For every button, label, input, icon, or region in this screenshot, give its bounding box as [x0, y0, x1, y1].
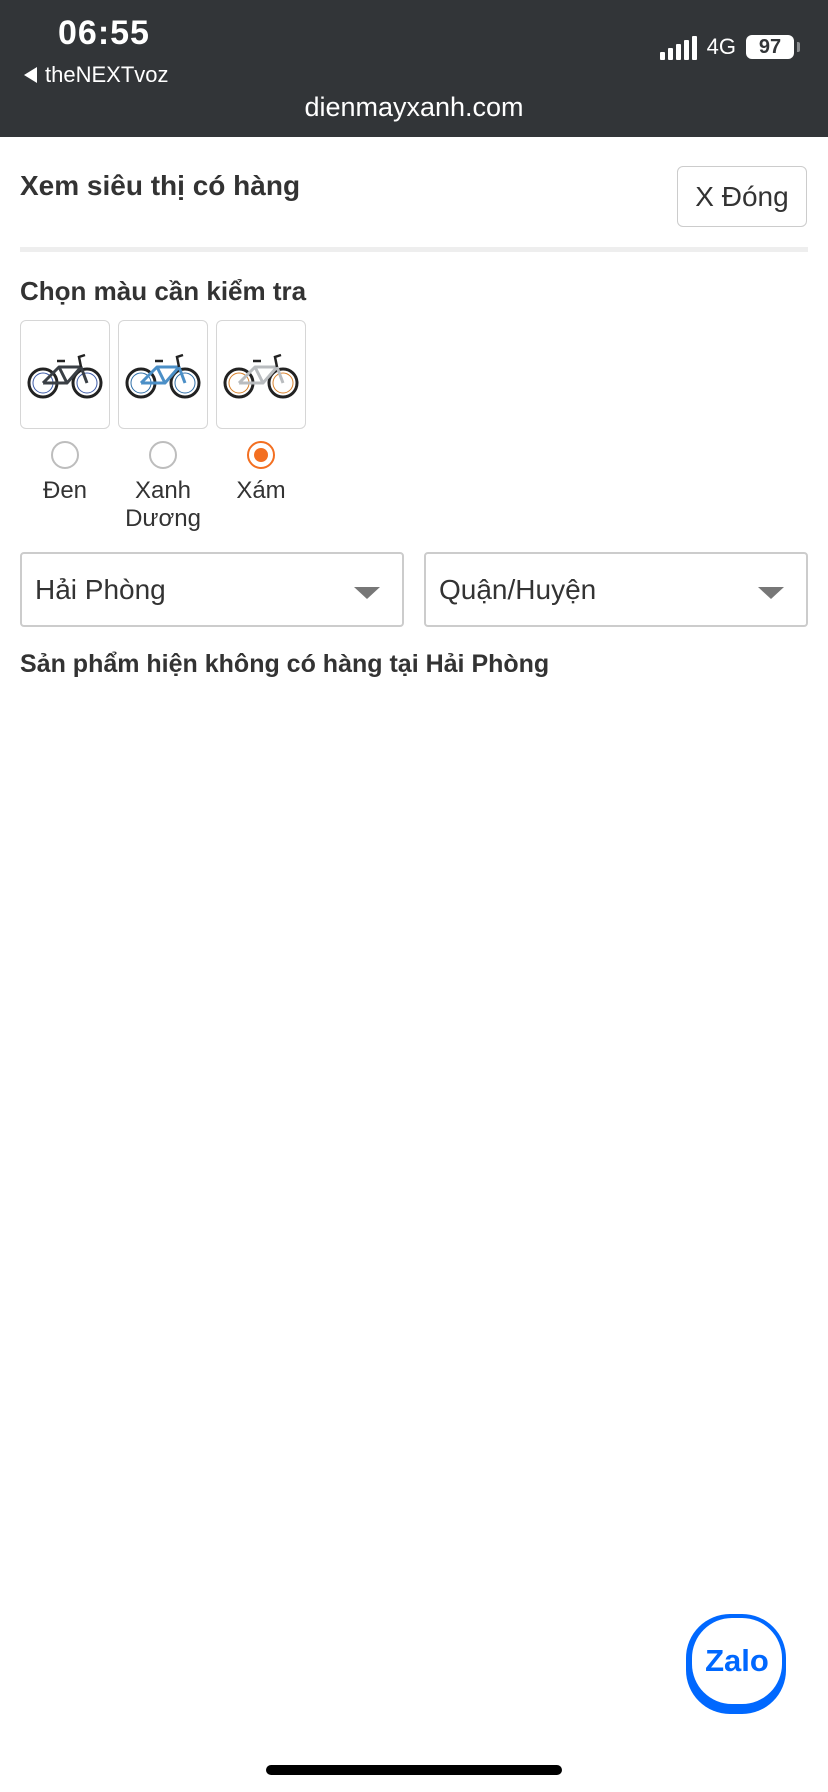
- battery-icon: 97: [746, 35, 800, 59]
- color-prompt: Chọn màu cần kiểm tra: [20, 276, 307, 306]
- chevron-down-icon: [758, 587, 784, 599]
- district-select[interactable]: Quận/Huyện: [424, 552, 808, 627]
- home-indicator: [266, 1765, 562, 1775]
- color-radio[interactable]: [149, 441, 177, 469]
- network-type: 4G: [706, 34, 736, 59]
- color-option[interactable]: Xám: [216, 320, 306, 505]
- back-to-app-link[interactable]: theNEXTvoz: [24, 62, 169, 88]
- zalo-label: Zalo: [692, 1618, 782, 1704]
- address-bar-url[interactable]: dienmayxanh.com: [0, 92, 828, 123]
- color-name: Đen: [42, 477, 88, 504]
- bicycle-black-icon: [27, 353, 103, 398]
- province-select-value: Hải Phòng: [35, 574, 166, 605]
- signal-strength-icon: [659, 34, 697, 60]
- color-name: Xanh Dương: [125, 477, 201, 532]
- status-indicators: 4G 97: [659, 34, 800, 60]
- close-button[interactable]: X Đóng: [677, 166, 807, 227]
- district-select-value: Quận/Huyện: [439, 574, 597, 605]
- product-thumbnail[interactable]: [118, 320, 208, 429]
- province-select[interactable]: Hải Phòng: [20, 552, 404, 627]
- divider: [20, 247, 808, 252]
- back-arrow-icon: [24, 67, 37, 83]
- chevron-down-icon: [354, 587, 380, 599]
- bicycle-gray-icon: [223, 353, 299, 398]
- back-app-label: theNEXTvoz: [45, 62, 169, 87]
- availability-notice: Sản phẩm hiện không có hàng tại Hải Phòn…: [20, 650, 550, 678]
- dialog-title: Xem siêu thị có hàng: [20, 170, 301, 201]
- browser-status-bar: 06:55 theNEXTvoz 4G 97 dienmayxanh.com: [0, 0, 828, 137]
- color-radio[interactable]: [51, 441, 79, 469]
- clock: 06:55: [58, 14, 150, 52]
- product-thumbnail[interactable]: [216, 320, 306, 429]
- color-radio[interactable]: [247, 441, 275, 469]
- zalo-chat-button[interactable]: Zalo: [686, 1614, 786, 1714]
- color-name: Xám: [236, 477, 286, 504]
- product-thumbnail[interactable]: [20, 320, 110, 429]
- color-option[interactable]: Xanh Dương: [118, 320, 208, 533]
- bicycle-blue-icon: [125, 353, 201, 398]
- color-option[interactable]: Đen: [20, 320, 110, 505]
